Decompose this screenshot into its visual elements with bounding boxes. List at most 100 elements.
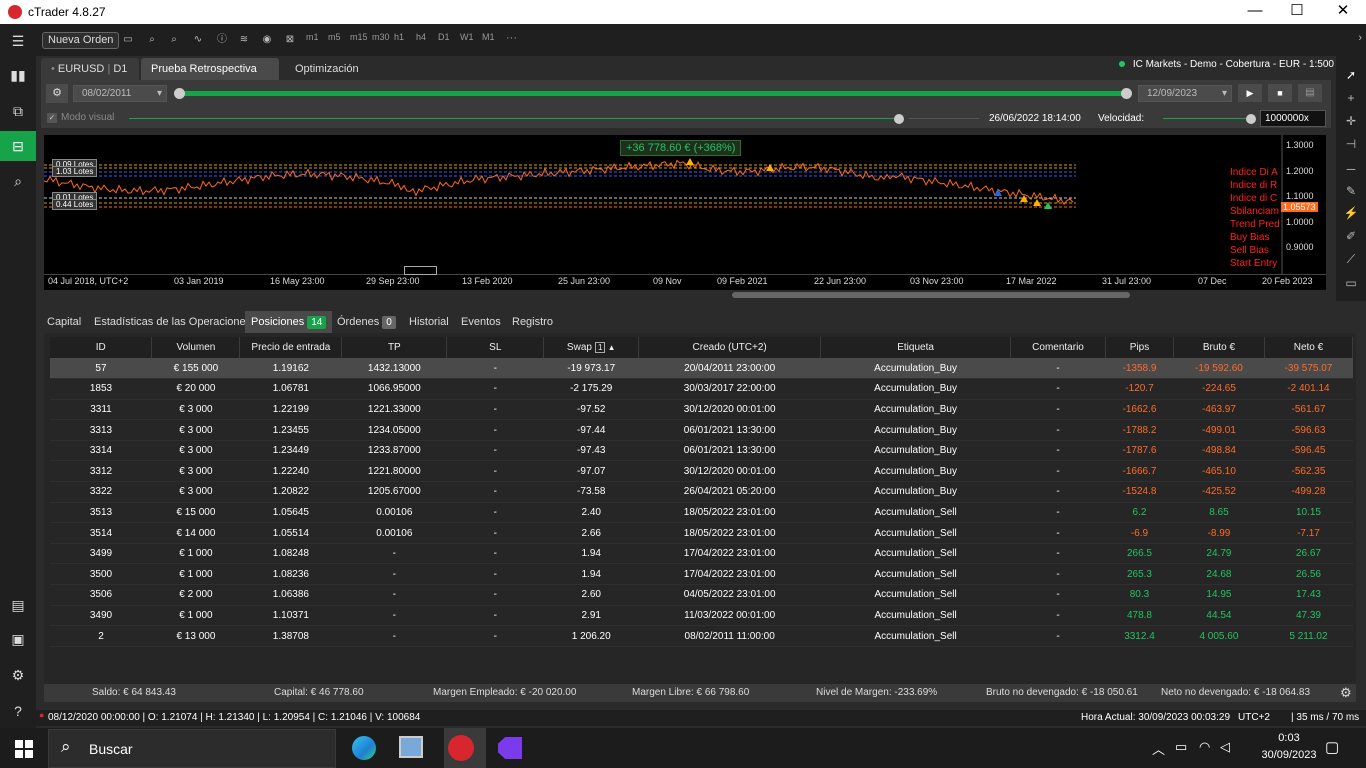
table-row[interactable]: 3311 € 3 000 1.22199 1221.33000- -97.52 30/12…	[50, 399, 1353, 421]
table-row[interactable]: 3514 € 14 000 1.05514 0.00106-2.66 18/05/202…	[50, 522, 1353, 544]
maximize-button[interactable]: ☐	[1274, 0, 1320, 24]
column-header[interactable]: Volumen	[151, 337, 241, 358]
save-icon[interactable]: ▤	[1298, 84, 1322, 102]
column-header[interactable]: Precio de entrada	[239, 337, 343, 358]
menu-icon[interactable]: ☰	[0, 26, 36, 56]
horizontal-line-icon[interactable]: ⊣	[1336, 133, 1366, 156]
visual-progress-handle[interactable]	[894, 114, 904, 124]
tab-events[interactable]: Eventos	[455, 311, 507, 333]
progress-end-handle[interactable]	[1121, 88, 1132, 99]
column-header[interactable]: Creado (UTC+2)	[638, 337, 822, 358]
chart-scrollbar[interactable]	[44, 290, 1326, 300]
tab-orders[interactable]: Órdenes 0	[331, 311, 402, 333]
chart-settings-icon[interactable]: ⊠	[282, 32, 298, 48]
pattern-icon[interactable]: ⟋	[1336, 248, 1366, 271]
tab-capital[interactable]: Capital	[41, 311, 87, 333]
play-button[interactable]: ▶	[1238, 84, 1262, 102]
ctrader-taskbar-icon[interactable]	[448, 735, 474, 761]
timezone-select[interactable]: UTC+2	[1238, 712, 1270, 723]
tab-history[interactable]: Historial	[403, 311, 455, 333]
zoom-out-icon[interactable]: ⌕	[144, 32, 160, 48]
gear-icon[interactable]: ⚙	[46, 84, 68, 103]
price-axis[interactable]: 1.3000 1.2000 1.1000 1.0000 0.9000	[1282, 135, 1326, 290]
table-row[interactable]: 3322 € 3 000 1.20822 1205.67000- -73.58 26/04…	[50, 481, 1353, 503]
column-header[interactable]: TP	[341, 337, 448, 358]
table-row[interactable]: 57 € 155 000 1.19162 1432.13000- -19 973.17 2…	[50, 358, 1353, 380]
timeframe-m5[interactable]: m5	[328, 32, 341, 42]
windows-start-icon[interactable]	[15, 740, 33, 758]
column-header[interactable]: Pips	[1105, 337, 1174, 358]
monitor-app-icon[interactable]	[399, 736, 423, 758]
timeframe-D1[interactable]: D1	[438, 32, 450, 42]
automate-icon[interactable]: ⊟	[0, 131, 36, 161]
clock-date[interactable]: 30/09/2023	[1257, 749, 1321, 761]
tab-backtest[interactable]: Prueba Retrospectiva	[141, 58, 279, 98]
tab-positions[interactable]: Posiciones 14	[245, 311, 333, 333]
timeframe-h1[interactable]: h1	[394, 32, 404, 42]
copy-icon[interactable]: ⧉	[0, 96, 36, 126]
crosshair-icon[interactable]: +	[1336, 87, 1366, 110]
chevron-up-icon[interactable]: ︿	[1152, 739, 1165, 758]
crosshair-alt-icon[interactable]: ✛	[1336, 110, 1366, 133]
table-row[interactable]: 3313 € 3 000 1.23455 1234.05000- -97.44 06/01…	[50, 419, 1353, 441]
tab-statistics[interactable]: Estadísticas de las Operaciones	[88, 311, 257, 333]
table-row[interactable]: 3312 € 3 000 1.22240 1221.80000- -97.07 30/12…	[50, 460, 1353, 483]
column-header[interactable]: Etiqueta	[820, 337, 1012, 358]
progress-start-handle[interactable]	[174, 88, 185, 99]
line-icon[interactable]: ─	[1336, 158, 1366, 181]
time-axis[interactable]: 04 Jul 2018, UTC+2 03 Jan 2019 16 May 23:0…	[44, 274, 1326, 290]
minimize-button[interactable]: —	[1232, 0, 1278, 24]
stop-button[interactable]: ■	[1268, 84, 1292, 102]
fibonacci-icon[interactable]: ⚡	[1336, 202, 1366, 225]
cashier-icon[interactable]: ▤	[0, 590, 36, 620]
indicator-icon[interactable]: ∿	[190, 32, 206, 48]
table-row[interactable]: 1853 € 20 000 1.06781 1066.95000- -2 175.29 3…	[50, 378, 1353, 400]
pen-icon[interactable]: ✎	[1336, 180, 1366, 203]
chart-canvas[interactable]	[44, 135, 1326, 290]
timeframe-M1[interactable]: M1	[482, 32, 495, 42]
table-row[interactable]: 3499 € 1 000 1.08248- -1.94 17/04/2022 23:01…	[50, 543, 1353, 565]
help-icon[interactable]: ?	[0, 696, 36, 726]
settings-icon[interactable]: ⚙	[0, 660, 36, 690]
brush-icon[interactable]: ✐	[1336, 225, 1366, 248]
note-icon[interactable]: ▭	[1336, 272, 1366, 295]
portfolio-icon[interactable]: ▣	[0, 624, 36, 654]
taskbar-search[interactable]: ⌕ Buscar	[48, 729, 336, 768]
chart-scroll-handle[interactable]	[404, 266, 437, 275]
tab-optimization[interactable]: Optimización	[285, 58, 363, 80]
column-header[interactable]: Comentario	[1010, 337, 1106, 358]
summary-settings-icon[interactable]: ⚙	[1340, 685, 1352, 701]
analyze-icon[interactable]: ⌕	[0, 166, 36, 196]
table-row[interactable]: 3500 € 1 000 1.08236- -1.94 17/04/2022 23:01…	[50, 563, 1353, 586]
info-icon[interactable]: ⓘ	[214, 32, 230, 48]
battery-icon[interactable]: ▭	[1175, 739, 1187, 755]
wifi-icon[interactable]: ◠	[1199, 739, 1210, 755]
visual-studio-icon[interactable]	[498, 737, 522, 759]
timeframe-m15[interactable]: m15	[350, 32, 368, 42]
chevron-right-icon[interactable]: ›	[1358, 32, 1362, 44]
column-header[interactable]: Bruto €	[1173, 337, 1265, 358]
layers-icon[interactable]: ≋	[236, 32, 252, 48]
cursor-icon[interactable]: ➚	[1336, 64, 1366, 87]
column-header[interactable]: ID	[50, 337, 153, 358]
column-header[interactable]: Neto €	[1264, 337, 1354, 358]
timeframe-m1[interactable]: m1	[306, 32, 319, 42]
edge-icon[interactable]	[352, 736, 376, 760]
end-date-select[interactable]: 12/09/2023 ▾	[1138, 85, 1232, 102]
start-date-select[interactable]: 08/02/2011 ▾	[73, 85, 167, 102]
layout-icon[interactable]: ▭	[120, 32, 136, 48]
table-row[interactable]: 3490 € 1 000 1.10371- -2.91 11/03/2022 00:01…	[50, 605, 1353, 627]
timeframe-m30[interactable]: m30	[372, 32, 390, 42]
column-header[interactable]: Swap 1 ▲	[543, 337, 640, 358]
speed-slider-handle[interactable]	[1246, 114, 1256, 124]
new-order-button[interactable]: Nueva Orden	[42, 32, 120, 49]
tab-symbol[interactable]: • EURUSD | D1	[41, 58, 139, 80]
more-timeframes-button[interactable]: ···	[506, 32, 517, 44]
column-header[interactable]: SL	[446, 337, 545, 358]
table-row[interactable]: 3513 € 15 000 1.05645 0.00106-2.40 18/05/202…	[50, 502, 1353, 524]
tab-log[interactable]: Registro	[506, 311, 559, 333]
speed-input[interactable]: 1000000x	[1260, 110, 1326, 127]
chart-scrollbar-thumb[interactable]	[732, 292, 1130, 298]
close-button[interactable]: ✕	[1320, 0, 1366, 24]
clock-time[interactable]: 0:03	[1267, 732, 1311, 744]
